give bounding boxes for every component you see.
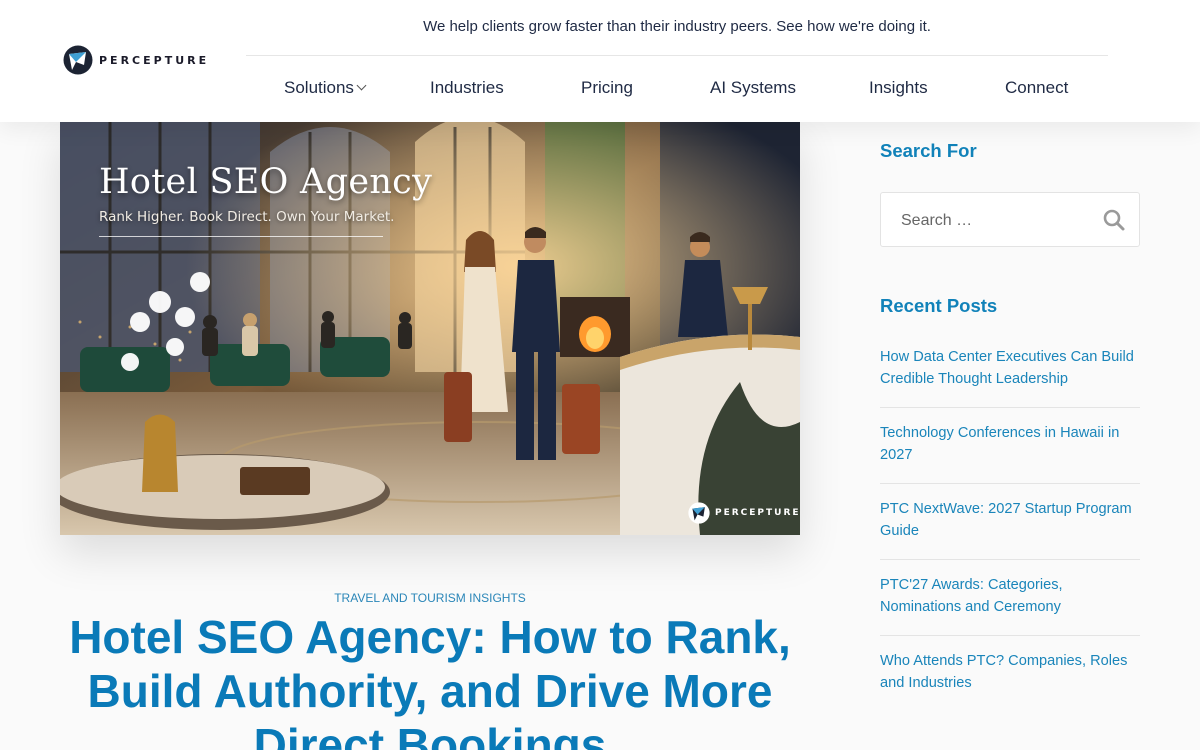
header-tagline[interactable]: We help clients grow faster than their i…: [246, 18, 1108, 35]
recent-post-link[interactable]: PTC NextWave: 2027 Startup Program Guide: [880, 498, 1140, 542]
recent-posts-title: Recent Posts: [880, 295, 998, 316]
post-divider: [880, 407, 1140, 408]
nav-item-insights[interactable]: Insights: [869, 78, 928, 98]
recent-post-link[interactable]: PTC'27 Awards: Categories, Nominations a…: [880, 574, 1140, 618]
post-divider: [880, 635, 1140, 636]
article-category-link[interactable]: Travel and Tourism Insights: [60, 591, 800, 605]
hero-title: Hotel SEO Agency: [99, 162, 433, 202]
featured-image[interactable]: Hotel SEO Agency Rank Higher. Book Direc…: [60, 122, 800, 535]
nav-item-pricing[interactable]: Pricing: [581, 78, 633, 98]
nav-item-ai-systems[interactable]: AI Systems: [710, 78, 796, 98]
main-nav: Solutions Industries Pricing AI Systems …: [0, 78, 1200, 100]
recent-post-link[interactable]: How Data Center Executives Can Build Cre…: [880, 346, 1140, 390]
logo-mark-icon: [63, 45, 93, 75]
nav-item-solutions[interactable]: Solutions: [284, 78, 367, 98]
search-icon: [1103, 209, 1125, 231]
chevron-down-icon: [356, 80, 367, 91]
nav-item-industries[interactable]: Industries: [430, 78, 504, 98]
logo-mark-icon: [688, 502, 710, 524]
search-widget-title: Search For: [880, 140, 977, 161]
recent-post-link[interactable]: Technology Conferences in Hawaii in 2027: [880, 422, 1140, 466]
recent-post-link[interactable]: Who Attends PTC? Companies, Roles and In…: [880, 650, 1140, 694]
article-title: Hotel SEO Agency: How to Rank, Build Aut…: [69, 611, 791, 750]
logo-wordmark: PERCEPTURE: [99, 53, 210, 67]
search-button[interactable]: [1101, 207, 1127, 233]
search-form: [880, 192, 1140, 247]
search-input[interactable]: [901, 210, 1091, 232]
hero-watermark-text: PERCEPTURE: [715, 508, 800, 518]
site-header: PERCEPTURE We help clients grow faster t…: [0, 0, 1200, 122]
hero-subtitle: Rank Higher. Book Direct. Own Your Marke…: [99, 209, 395, 225]
hero-watermark: PERCEPTURE: [688, 502, 800, 524]
hero-divider: [99, 236, 383, 237]
nav-item-connect[interactable]: Connect: [1005, 78, 1068, 98]
nav-item-label: Solutions: [284, 78, 354, 97]
site-logo[interactable]: PERCEPTURE: [63, 45, 209, 75]
post-divider: [880, 559, 1140, 560]
header-divider: [246, 55, 1108, 56]
post-divider: [880, 483, 1140, 484]
